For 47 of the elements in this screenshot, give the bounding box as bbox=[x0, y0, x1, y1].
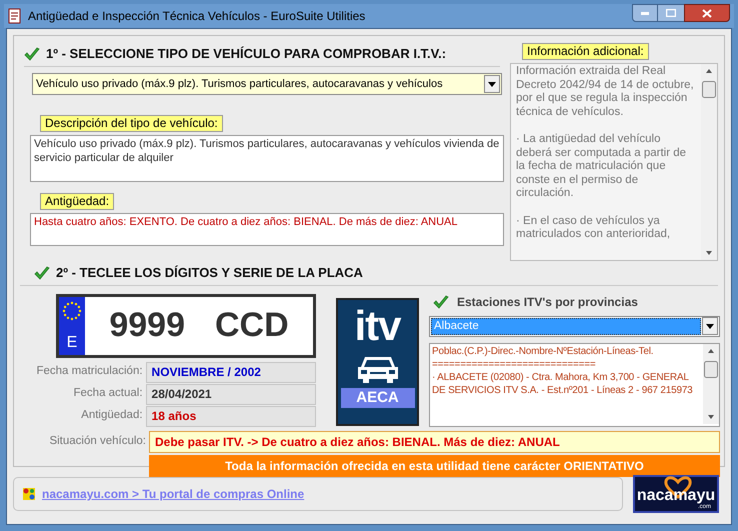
field-value: NOVIEMBRE / 2002 bbox=[146, 362, 316, 382]
plate-digits: 9999 bbox=[109, 305, 185, 346]
description-text-box: Vehículo uso privado (máx.9 plz). Turismos particulares, autocaravanas y vehículos vivienda de servicio particular de alquiler bbox=[30, 135, 504, 182]
close-icon bbox=[702, 8, 712, 18]
section-heading: 1º - SELECCIONE TIPO DE VEHÍCULO PARA COMPROBAR I.T.V.: bbox=[46, 45, 446, 64]
colorful-site-icon bbox=[22, 487, 36, 501]
maximize-icon bbox=[666, 9, 676, 17]
brand-logo-text: nacamayu bbox=[636, 488, 716, 504]
itv-logo-caption: AECA bbox=[340, 388, 414, 408]
vehicle-type-dropdown[interactable]: Vehículo uso privado (máx.9 plz). Turismos particulares, autocaravanas y vehículos bbox=[32, 73, 502, 95]
section-heading: Estaciones ITV's por provincias bbox=[457, 294, 638, 310]
station-text: Poblac.(C.P.)-Direc.-Nombre-NºEstación-Líneas-Tel. bbox=[432, 344, 654, 358]
situation-value: Debe pasar ITV. -> De cuatro a diez años: BIENAL. Más de diez: ANUAL bbox=[149, 430, 720, 452]
field-value: 28/04/2021 bbox=[146, 384, 316, 404]
checkmark-icon bbox=[433, 294, 449, 308]
field-label: Antigüedad: bbox=[40, 193, 114, 210]
country-code: E bbox=[66, 334, 78, 352]
field-label: Descripción del tipo de vehículo: bbox=[40, 115, 223, 132]
eu-stars-icon bbox=[61, 300, 83, 322]
maximize-button[interactable] bbox=[658, 4, 684, 22]
notice-banner: Toda la información ofrecida en esta utilidad tiene carácter ORIENTATIVO bbox=[149, 454, 720, 476]
field-label: Fecha matriculación: bbox=[35, 364, 143, 380]
section-heading: 2º - TECLEE LOS DÍGITOS Y SERIE DE LA PLACA bbox=[56, 264, 363, 282]
minimize-icon bbox=[641, 12, 649, 14]
age-rules-text-box: Hasta cuatro años: EXENTO. De cuatro a diez años: BIENAL. De más de diez: ANUAL bbox=[30, 213, 504, 246]
scrollbar[interactable] bbox=[703, 344, 719, 424]
close-button[interactable] bbox=[684, 4, 730, 22]
plate-series: CCD bbox=[214, 305, 289, 346]
checkmark-icon bbox=[24, 47, 40, 61]
document-icon bbox=[8, 8, 22, 24]
window-title: Antigüedad e Inspección Técnica Vehículos - EuroSuite Utilities bbox=[28, 8, 366, 25]
itv-logo-text: itv bbox=[354, 304, 400, 348]
field-value: 18 años bbox=[146, 406, 316, 426]
license-plate[interactable]: E 9999 CCD bbox=[56, 294, 316, 358]
caret-icon bbox=[706, 324, 714, 328]
info-paragraph: · En el caso de vehículos ya matriculados con anterioridad, bbox=[516, 214, 672, 242]
info-paragraph: · La antigüedad del vehículo deberá ser computada a partir de la fecha de matriculación que conste en el permiso de circulación. bbox=[516, 132, 688, 201]
minimize-button[interactable] bbox=[632, 4, 658, 22]
checkmark-icon bbox=[34, 266, 50, 280]
field-label: Situación vehículo: bbox=[48, 434, 146, 449]
info-paragraph: Información extraida del Real Decreto 2042/94 de 14 de octubre, por el que se regula la inspección técnica de vehículos. bbox=[516, 65, 695, 120]
field-label: Antigüedad: bbox=[80, 408, 143, 424]
caret-icon bbox=[488, 82, 496, 86]
station-text: ============================= bbox=[432, 358, 597, 370]
field-label: Información adicional: bbox=[522, 43, 649, 60]
field-label: Fecha actual: bbox=[72, 386, 143, 402]
station-text: · ALBACETE (02080) - Ctra. Mahora, Km 3,700 - GENERAL DE SERVICIOS ITV S.A. - Est.nº201 - Líneas 2 - 967 215973 bbox=[432, 370, 694, 396]
